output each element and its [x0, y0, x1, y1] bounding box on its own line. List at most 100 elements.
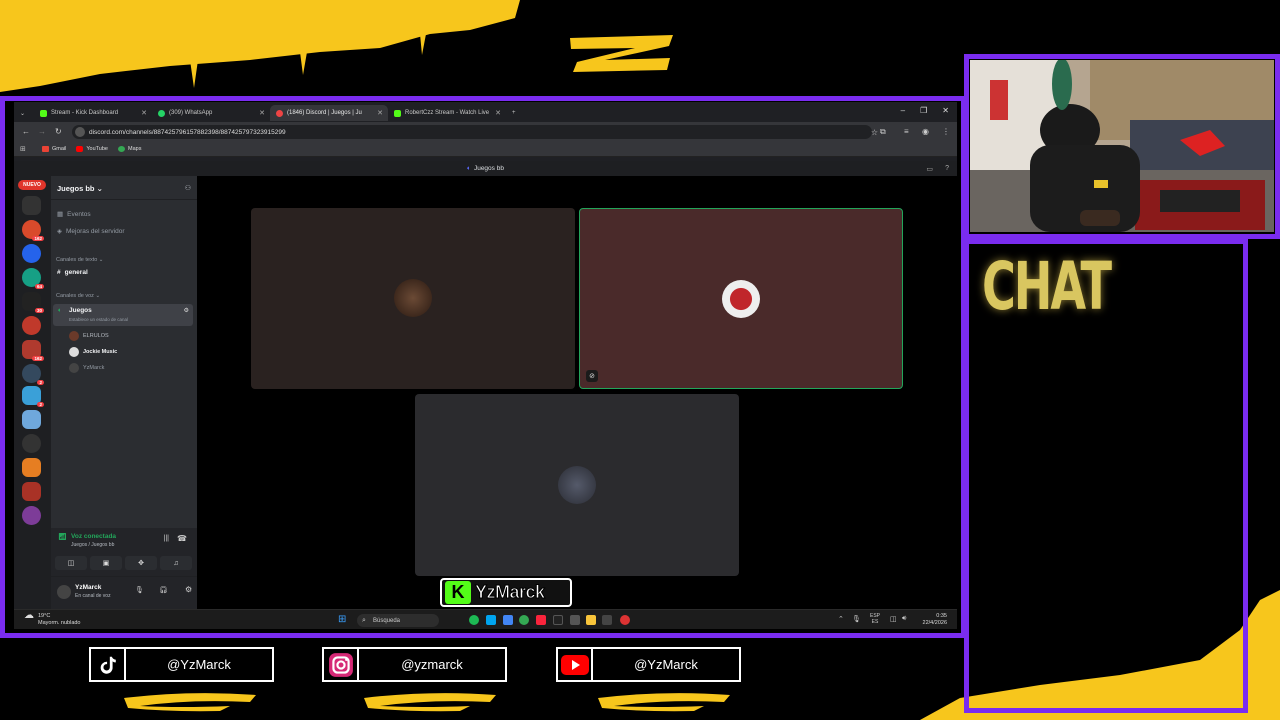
chrome-icon[interactable] — [519, 615, 529, 625]
volume-icon[interactable]: 🔊︎ — [902, 615, 906, 623]
server-icon[interactable] — [22, 244, 41, 263]
channel-general[interactable]: # general — [57, 269, 88, 276]
music-icon[interactable] — [536, 615, 546, 625]
server-header[interactable]: Juegos bb ⌄ ⚇ — [51, 176, 197, 200]
social-instagram[interactable]: @yzmarck — [322, 647, 507, 682]
tab-kick-dashboard[interactable]: Stream - Kick Dashboard ✕ — [34, 105, 152, 121]
close-icon[interactable]: ✕ — [141, 109, 147, 117]
site-info-icon[interactable] — [75, 127, 85, 137]
bookmark-gmail[interactable]: Gmail — [42, 146, 66, 152]
camera-off-icon: ◫ — [67, 560, 75, 567]
weather-widget[interactable]: ☁ 19°C Mayorm. nublado — [24, 611, 81, 626]
server-icon[interactable] — [22, 482, 41, 501]
instagram-icon — [324, 649, 359, 680]
minimize-icon[interactable]: – — [901, 106, 905, 115]
extensions-icon[interactable]: ⧉ — [880, 127, 886, 137]
add-member-icon[interactable]: ⚇ — [185, 184, 191, 192]
spotify-icon[interactable] — [469, 615, 479, 625]
boosts-item[interactable]: ◈ Mejoras del servidor — [57, 227, 125, 236]
participant-tile[interactable] — [415, 394, 739, 576]
settings-icon[interactable]: ⚙ — [185, 585, 192, 594]
star-icon[interactable]: ☆ — [871, 128, 878, 137]
kick-icon — [40, 109, 47, 117]
server-icon[interactable]: 2 — [22, 386, 44, 407]
participant-tile-speaking[interactable]: ⊘ — [579, 208, 903, 389]
server-icon[interactable]: 30 — [22, 292, 44, 313]
kick-icon — [394, 109, 401, 117]
camera-button[interactable]: ◫ — [55, 556, 87, 570]
soundboard-icon: ♫ — [173, 559, 179, 567]
headphones-icon[interactable]: 🎧︎ — [159, 586, 168, 594]
voice-member[interactable]: Jockie Music — [69, 347, 117, 357]
reload-icon[interactable]: ↻ — [55, 127, 62, 136]
server-icon[interactable]: 64 — [22, 268, 44, 289]
taskbar-search[interactable]: ⌕ Búsqueda — [357, 614, 439, 627]
text-category[interactable]: Canales de texto ⌄ — [56, 257, 103, 263]
server-icon[interactable] — [22, 410, 41, 429]
chevron-up-icon[interactable]: ⌃ — [838, 615, 844, 623]
settings-icon[interactable]: ⚙ — [184, 307, 189, 314]
app-icon[interactable] — [620, 615, 630, 625]
profile-icon[interactable]: ◉ — [922, 127, 929, 136]
soundboard-button[interactable]: ♫ — [160, 556, 192, 570]
tiktok-icon — [91, 649, 126, 680]
social-youtube[interactable]: @YzMarck — [556, 647, 741, 682]
activities-button[interactable]: ✥ — [125, 556, 157, 570]
microphone-icon[interactable]: 🎙︎ — [135, 586, 144, 594]
events-item[interactable]: ▦ Eventos — [57, 210, 91, 219]
inbox-icon[interactable]: ▭ — [926, 165, 933, 173]
avatar — [558, 466, 596, 504]
tab-whatsapp[interactable]: (309) WhatsApp ✕ — [152, 105, 270, 121]
server-icon[interactable]: 162 — [22, 340, 44, 361]
menu-icon[interactable]: ⋮ — [942, 127, 950, 136]
voice-channel-juegos[interactable]: 🔈︎ Juegos Establece un estado de canal ⚙ — [53, 304, 193, 326]
maximize-icon[interactable]: ❐ — [920, 106, 927, 115]
signal-icon: 📶︎ — [58, 534, 67, 541]
social-tiktok[interactable]: @YzMarck — [89, 647, 274, 682]
avatar[interactable] — [57, 585, 71, 599]
network-icon[interactable]: ◫ — [890, 615, 897, 623]
maps-icon — [118, 146, 125, 152]
noise-icon[interactable]: ||| — [164, 535, 169, 542]
server-icon[interactable]: 2 — [22, 364, 44, 385]
close-icon[interactable]: ✕ — [377, 109, 383, 117]
address-bar[interactable]: discord.com/channels/887425796157882398/… — [72, 125, 878, 139]
tab-robertczz-stream[interactable]: RobertCzz Stream - Watch Live ✕ — [388, 105, 506, 121]
voice-member[interactable]: YzMarck — [69, 363, 104, 373]
server-icon[interactable] — [22, 458, 41, 477]
tv-icon[interactable] — [553, 615, 563, 625]
folder-icon[interactable] — [586, 615, 596, 625]
apps-icon[interactable]: ⊞ — [20, 145, 26, 153]
participant-tile[interactable] — [251, 208, 575, 389]
microphone-icon[interactable]: 🎙︎ — [852, 615, 861, 623]
new-tab-button[interactable]: + — [506, 105, 526, 121]
calculator-icon[interactable] — [602, 615, 612, 625]
taskbar-clock[interactable]: 0:35 22/4/2026 — [923, 613, 947, 627]
close-icon[interactable]: ✕ — [495, 109, 501, 117]
copilot-icon[interactable] — [503, 615, 513, 625]
bookmark-youtube[interactable]: YouTube — [76, 146, 108, 152]
server-icon[interactable] — [22, 316, 41, 335]
server-icon[interactable] — [22, 196, 41, 215]
close-window-icon[interactable]: ✕ — [942, 106, 949, 115]
screen-share-button[interactable]: ▣ — [90, 556, 122, 570]
media-icon[interactable]: ≡ — [904, 127, 909, 136]
server-icon[interactable]: 162 — [22, 220, 44, 241]
forward-icon[interactable]: → — [38, 127, 46, 136]
voice-member[interactable]: ELRULOS — [69, 331, 109, 341]
server-icon[interactable] — [22, 506, 41, 525]
language-indicator[interactable]: ESP ES — [870, 613, 880, 625]
windows-start-icon[interactable]: ⊞ — [338, 614, 346, 625]
disconnect-icon[interactable]: ☎ — [177, 534, 187, 543]
tab-discord[interactable]: (1846) Discord | Juegos | Ju ✕ — [270, 105, 388, 121]
edge-icon[interactable] — [486, 615, 496, 625]
back-icon[interactable]: ← — [22, 127, 30, 136]
server-icon[interactable] — [22, 434, 41, 453]
tab-search-button[interactable]: ⌄ — [14, 105, 34, 121]
search-icon: ⌕ — [362, 616, 366, 624]
help-icon[interactable]: ? — [945, 165, 949, 172]
voice-category[interactable]: Canales de voz ⌄ — [56, 293, 100, 299]
settings-icon[interactable] — [570, 615, 580, 625]
close-icon[interactable]: ✕ — [259, 109, 265, 117]
bookmark-maps[interactable]: Maps — [118, 146, 141, 152]
